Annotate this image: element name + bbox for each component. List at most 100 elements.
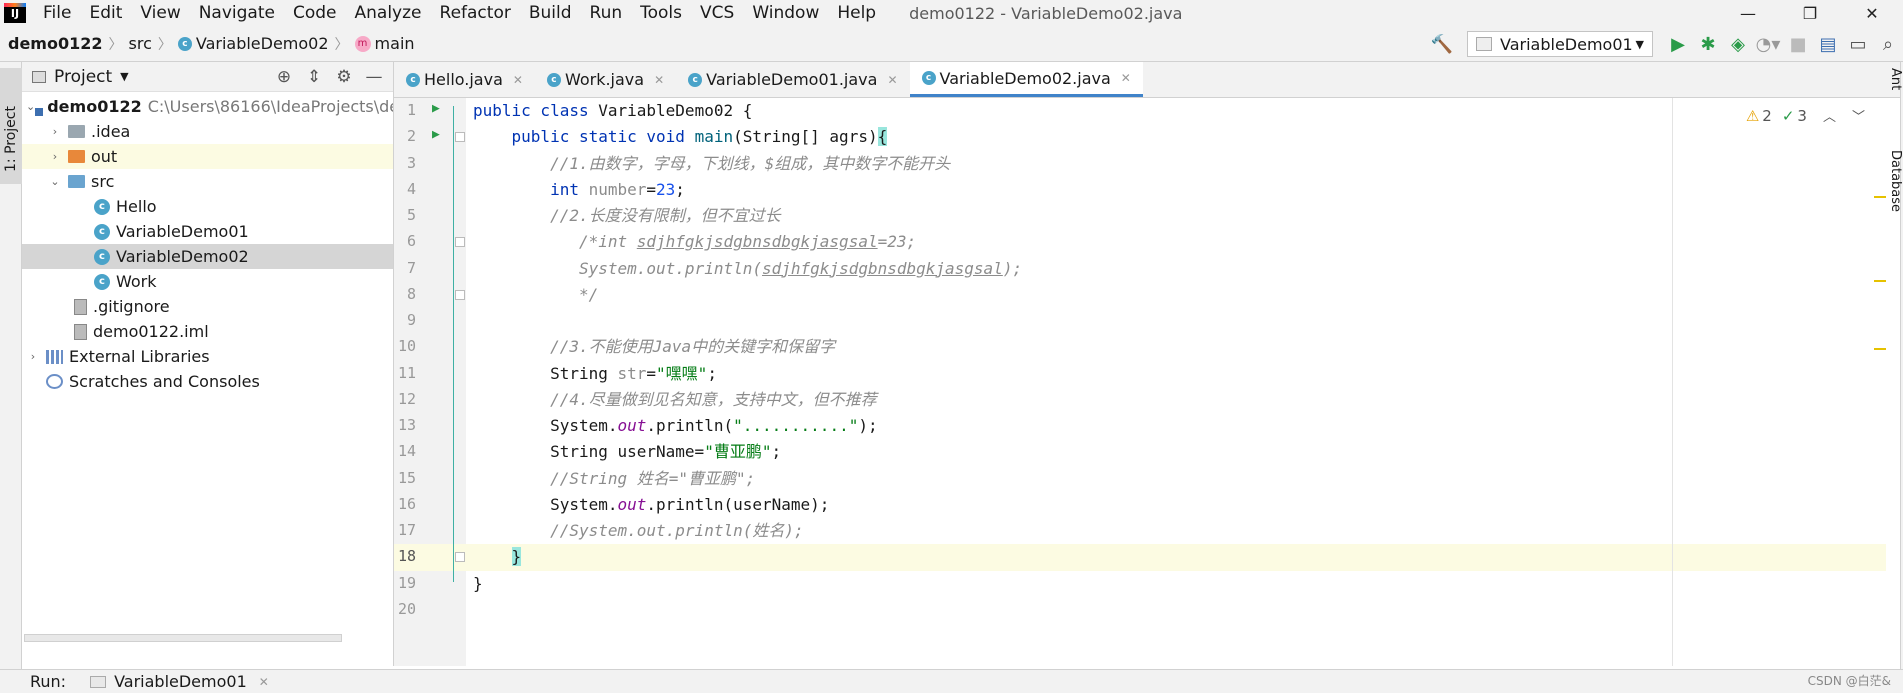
chevron-up-icon[interactable]: ︿	[1823, 106, 1836, 125]
code-line[interactable]: System.out.println("...........");	[466, 413, 1886, 439]
tree-item-work[interactable]: c Work	[22, 269, 393, 294]
code-line[interactable]: System.out.println(sdjhfgkjsdgbnsdbgkjas…	[466, 256, 1886, 282]
run-class-icon[interactable]: ▶	[432, 101, 440, 116]
tree-item-out[interactable]: › out	[22, 144, 393, 169]
tree-item-root[interactable]: ⌄ demo0122 C:\Users\86166\IdeaProjects\d…	[22, 94, 393, 119]
close-icon[interactable]: ✕	[259, 675, 269, 689]
warning-marker[interactable]	[1874, 348, 1886, 350]
project-structure-icon[interactable]: ▤	[1813, 29, 1843, 59]
code-line[interactable]: int number=23;	[466, 177, 1886, 203]
tab-hello-java[interactable]: c Hello.java ✕	[394, 62, 535, 97]
debug-icon[interactable]: ✱	[1693, 29, 1723, 59]
menu-analyze[interactable]: Analyze	[346, 0, 431, 26]
menu-tools[interactable]: Tools	[631, 0, 691, 26]
menu-view[interactable]: View	[131, 0, 189, 26]
chevron-down-icon[interactable]: ⌄	[26, 100, 35, 113]
code-line[interactable]: //System.out.println(姓名);	[466, 518, 1886, 544]
menu-window[interactable]: Window	[743, 0, 828, 26]
fold-icon[interactable]	[455, 552, 465, 563]
code-line[interactable]: public class VariableDemo02 {	[466, 98, 1886, 124]
menu-build[interactable]: Build	[520, 0, 581, 26]
fold-icon[interactable]	[455, 132, 465, 143]
restore-button[interactable]: ❐	[1779, 0, 1841, 26]
run-method-icon[interactable]: ▶	[432, 127, 440, 142]
code-line[interactable]: /*int sdjhfgkjsdgbnsdbgkjasgsal=23;	[466, 229, 1886, 255]
close-button[interactable]: ✕	[1841, 0, 1903, 26]
tree-item-idea[interactable]: › .idea	[22, 119, 393, 144]
profile-icon[interactable]: ◔▾	[1753, 29, 1783, 59]
code-line[interactable]: //String 姓名="曹亚鹏";	[466, 466, 1886, 492]
fold-icon[interactable]	[455, 289, 465, 300]
tab-variabledemo02-java[interactable]: c VariableDemo02.java ✕	[909, 62, 1143, 97]
inspection-widget[interactable]: ⚠ 2 ✓ 3 ︿ ﹀	[1746, 106, 1865, 126]
code-line[interactable]: System.out.println(userName);	[466, 492, 1886, 518]
project-panel-title[interactable]: Project	[54, 67, 112, 87]
tree-item-src[interactable]: ⌄ src	[22, 169, 393, 194]
run-icon[interactable]: ▶	[1663, 29, 1693, 59]
close-icon[interactable]: ✕	[1121, 71, 1131, 85]
collapse-all-icon[interactable]: ⇕	[299, 67, 329, 87]
chevron-right-icon[interactable]: ›	[48, 150, 62, 163]
code-line[interactable]: //1.由数字，字母，下划线，$组成，其中数字不能开头	[466, 151, 1886, 177]
menu-code[interactable]: Code	[284, 0, 346, 26]
tab-work-java[interactable]: c Work.java ✕	[535, 62, 676, 97]
menu-file[interactable]: File	[34, 0, 80, 26]
chevron-down-icon[interactable]: ⌄	[48, 175, 62, 188]
tab-variabledemo01-java[interactable]: c VariableDemo01.java ✕	[676, 62, 909, 97]
tree-item-variabledemo02[interactable]: c VariableDemo02	[22, 244, 393, 269]
menu-vcs[interactable]: VCS	[691, 0, 743, 26]
breadcrumb-method[interactable]: main	[375, 34, 415, 53]
code-line[interactable]: public static void main(String[] agrs){	[466, 124, 1886, 150]
chevron-right-icon[interactable]: ›	[26, 350, 40, 363]
horizontal-scrollbar[interactable]	[24, 634, 342, 642]
menu-run[interactable]: Run	[581, 0, 632, 26]
database-tool-tab[interactable]: Database	[1888, 150, 1903, 212]
code-editor[interactable]: public class VariableDemo02 { public sta…	[466, 98, 1900, 666]
close-icon[interactable]: ✕	[654, 73, 664, 87]
chevron-down-icon[interactable]: ▼	[120, 70, 128, 83]
menu-edit[interactable]: Edit	[80, 0, 131, 26]
run-tab[interactable]: VariableDemo01	[114, 672, 247, 691]
breadcrumb-src[interactable]: src	[129, 34, 152, 53]
breadcrumb-class[interactable]: VariableDemo02	[196, 34, 329, 53]
gear-icon[interactable]: ⚙	[329, 67, 359, 87]
code-line[interactable]: //4.尽量做到见名知意，支持中文，但不推荐	[466, 387, 1886, 413]
tree-item-hello[interactable]: c Hello	[22, 194, 393, 219]
chevron-right-icon[interactable]: ›	[48, 125, 62, 138]
breadcrumb-project[interactable]: demo0122	[8, 34, 103, 53]
hide-icon[interactable]: —	[359, 67, 389, 87]
menu-navigate[interactable]: Navigate	[190, 0, 284, 26]
chevron-down-icon[interactable]: ﹀	[1852, 106, 1865, 125]
code-line[interactable]	[466, 308, 1886, 334]
code-line[interactable]: //2.长度没有限制，但不宜过长	[466, 203, 1886, 229]
code-line[interactable]	[466, 597, 1886, 623]
code-line-current[interactable]: }	[466, 544, 1886, 571]
locate-icon[interactable]: ⊕	[269, 67, 299, 87]
code-line[interactable]: //3.不能使用Java中的关键字和保留字	[466, 334, 1886, 360]
tree-item-variabledemo01[interactable]: c VariableDemo01	[22, 219, 393, 244]
ant-tool-tab[interactable]: Ant	[1888, 68, 1903, 90]
coverage-icon[interactable]: ◈	[1723, 29, 1753, 59]
menu-help[interactable]: Help	[828, 0, 885, 26]
build-hammer-icon[interactable]: 🔨	[1427, 29, 1457, 59]
project-tool-tab[interactable]: 1: Project	[0, 68, 22, 184]
code-line[interactable]: */	[466, 282, 1886, 308]
terminal-icon[interactable]: ▭	[1843, 29, 1873, 59]
code-line[interactable]: }	[466, 571, 1886, 597]
menu-refactor[interactable]: Refactor	[431, 0, 520, 26]
tree-item-iml[interactable]: demo0122.iml	[22, 319, 393, 344]
warning-marker[interactable]	[1874, 280, 1886, 282]
search-icon[interactable]: ⌕	[1873, 29, 1903, 59]
minimize-button[interactable]: —	[1717, 0, 1779, 26]
warning-marker[interactable]	[1874, 196, 1886, 198]
close-icon[interactable]: ✕	[887, 73, 897, 87]
stop-icon[interactable]: ■	[1783, 29, 1813, 59]
close-icon[interactable]: ✕	[513, 73, 523, 87]
code-line[interactable]: String userName="曹亚鹏";	[466, 439, 1886, 465]
code-line[interactable]: String str="嘿嘿";	[466, 361, 1886, 387]
fold-icon[interactable]	[455, 237, 465, 248]
tree-item-gitignore[interactable]: .gitignore	[22, 294, 393, 319]
run-config-select[interactable]: VariableDemo01 ▼	[1467, 31, 1653, 57]
tree-item-external-libraries[interactable]: › External Libraries	[22, 344, 393, 369]
tree-item-scratches[interactable]: Scratches and Consoles	[22, 369, 393, 394]
